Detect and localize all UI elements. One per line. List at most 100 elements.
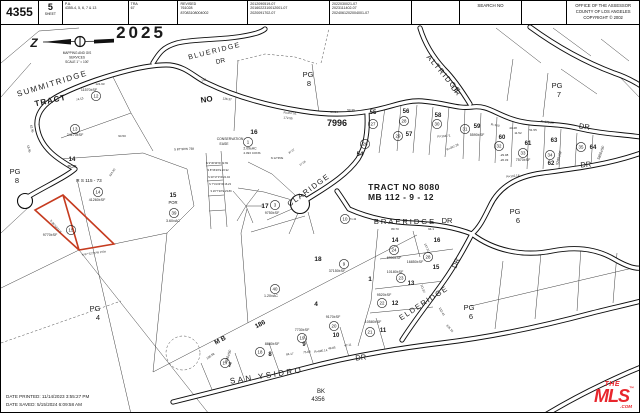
map-label: N 9°36'39"W 22.69 [206, 161, 228, 165]
map-label: 15 [433, 265, 440, 271]
mls-logo-tm: ™ [629, 386, 634, 392]
map-label: 54 [357, 152, 364, 158]
map-label: 44.48 [509, 126, 517, 130]
map-label: DR [355, 352, 367, 362]
map-label: 132.41 [438, 307, 446, 317]
map-label: DR [215, 57, 226, 66]
map-label: 64 [590, 145, 597, 151]
map-label: 59 [474, 124, 481, 130]
map-label: R=134.71 [437, 133, 451, 138]
map-header: 4355 5 SHEET P.A. 4355-4, 5, 6, 7 & 13 T… [1, 1, 639, 25]
map-label: S 30°17'3"W 21.94 [208, 175, 230, 179]
svg-text:28: 28 [402, 119, 407, 124]
map-label: 51.55 [529, 128, 537, 132]
map-label: 94.1 [428, 227, 434, 231]
map-label: 18 [314, 256, 322, 263]
parcel-number-circle: 10 [340, 214, 349, 223]
map-label: 80.70 [391, 227, 399, 231]
parcel-number-circle: 39 [169, 208, 178, 217]
map-label: 9520±SF [377, 293, 392, 297]
map-label: PG [552, 81, 563, 90]
map-label: DR [580, 160, 592, 170]
map-label: 9 [302, 342, 306, 348]
map-label: 61 [525, 141, 532, 147]
map-label: 55 [370, 110, 377, 116]
map-label: 11.52 [514, 131, 522, 135]
sheet-number: 5 [41, 3, 60, 12]
tract-word: TRACT [34, 93, 67, 108]
map-label: 17 [261, 203, 269, 210]
revision-entry: 2020091702-07 [250, 11, 327, 15]
svg-text:34: 34 [548, 153, 553, 158]
map-label: 63 [551, 138, 558, 144]
map-label: 54.34 [330, 110, 338, 114]
map-label: 16 [434, 238, 441, 244]
book-number: 4355 [1, 1, 39, 24]
map-label: 2.09± CONS [244, 151, 261, 155]
map-label: 6900±SF [387, 256, 402, 260]
parcel-number-circle: 3 [270, 200, 279, 209]
parcel-number-circle: 22 [377, 298, 386, 307]
svg-text:1: 1 [247, 140, 250, 145]
scale-note: SCALE 1" = 100' [65, 60, 89, 64]
svg-text:30: 30 [435, 122, 440, 127]
revised-value: 87083108004002 [180, 11, 245, 15]
svg-text:28: 28 [426, 255, 431, 260]
office-line: COUNTY OF LOS ANGELES [569, 9, 637, 15]
office-line: COPYRIGHT © 2002 [569, 15, 637, 21]
map-label: DR [578, 121, 591, 132]
map-label: 17.04 [298, 159, 306, 167]
map-label: 10 [333, 333, 340, 339]
tract-no-word: NO [200, 94, 213, 105]
map-label: R=257.51 [283, 111, 297, 116]
map-label: 2.09±AC [243, 147, 257, 151]
map-label: DR [442, 216, 453, 225]
svg-text:3: 3 [274, 203, 277, 208]
map-label: 121.63 [95, 82, 105, 86]
svg-text:26: 26 [363, 142, 368, 147]
map-label: -26.33 [500, 158, 509, 162]
svg-text:19: 19 [300, 336, 305, 341]
parcel-number-circle: 12 [91, 91, 100, 100]
map-label: 7 [557, 90, 561, 99]
parcel-number-circle: 9 [339, 259, 348, 268]
map-label: R=695.14 [314, 348, 328, 354]
map-label: 5280±SF [555, 149, 563, 165]
sheet-cell: 5 SHEET [39, 1, 63, 24]
map-label: S 8°36'29"E 22.92 [207, 168, 229, 172]
map-label: 136.37 [222, 96, 232, 101]
map-label: S 87°30'W 738 [174, 147, 194, 152]
svg-text:24: 24 [392, 248, 397, 253]
north-arrow-icon [43, 37, 114, 47]
map-label: 14 [69, 157, 76, 163]
map-label: 9170±SF [326, 315, 341, 319]
parcel-number-circle: 27 [368, 119, 377, 128]
parcel-number-circle: 15 [66, 225, 75, 234]
svg-text:13: 13 [73, 127, 78, 132]
revised-cell: REVISED 761028 87083108004002 [178, 1, 248, 24]
svg-text:33: 33 [521, 151, 526, 156]
map-label: CONSERVATION [217, 137, 244, 141]
svg-text:27: 27 [371, 122, 376, 127]
map-label: 62.95 [29, 125, 35, 134]
map-label: -29.08 [500, 153, 509, 157]
map-label: 9750±SF [265, 211, 280, 215]
map-label: 15 [170, 193, 177, 199]
map-label: 114.40 [108, 167, 117, 177]
map-label: 10580±SF [365, 320, 382, 324]
map-label: S 7°31'24"W 16.23 [209, 182, 231, 186]
pa-cell: P.A. 4355-4, 5, 6, 7 & 13 [63, 1, 129, 24]
svg-text:20: 20 [332, 324, 337, 329]
map-label: N 87°32'23"W 150± [81, 249, 106, 256]
svg-text:29: 29 [396, 134, 401, 139]
parcel-map-canvas: 2025ZMAPPING AND GISSERVICESSCALE 1" = 1… [1, 1, 640, 413]
empty-cell [522, 1, 567, 24]
highlighted-parcel[interactable] [35, 195, 114, 250]
map-label: 106.76 [445, 324, 454, 334]
revision-entry: 2024061202004001-07 [332, 11, 409, 15]
gis-note: SERVICES [69, 56, 85, 60]
map-label: 56 [403, 109, 410, 115]
year-stamp: 2025 [116, 23, 166, 42]
parcel-number-circle: 1 [243, 137, 252, 146]
map-label: 94.50 [118, 134, 126, 138]
